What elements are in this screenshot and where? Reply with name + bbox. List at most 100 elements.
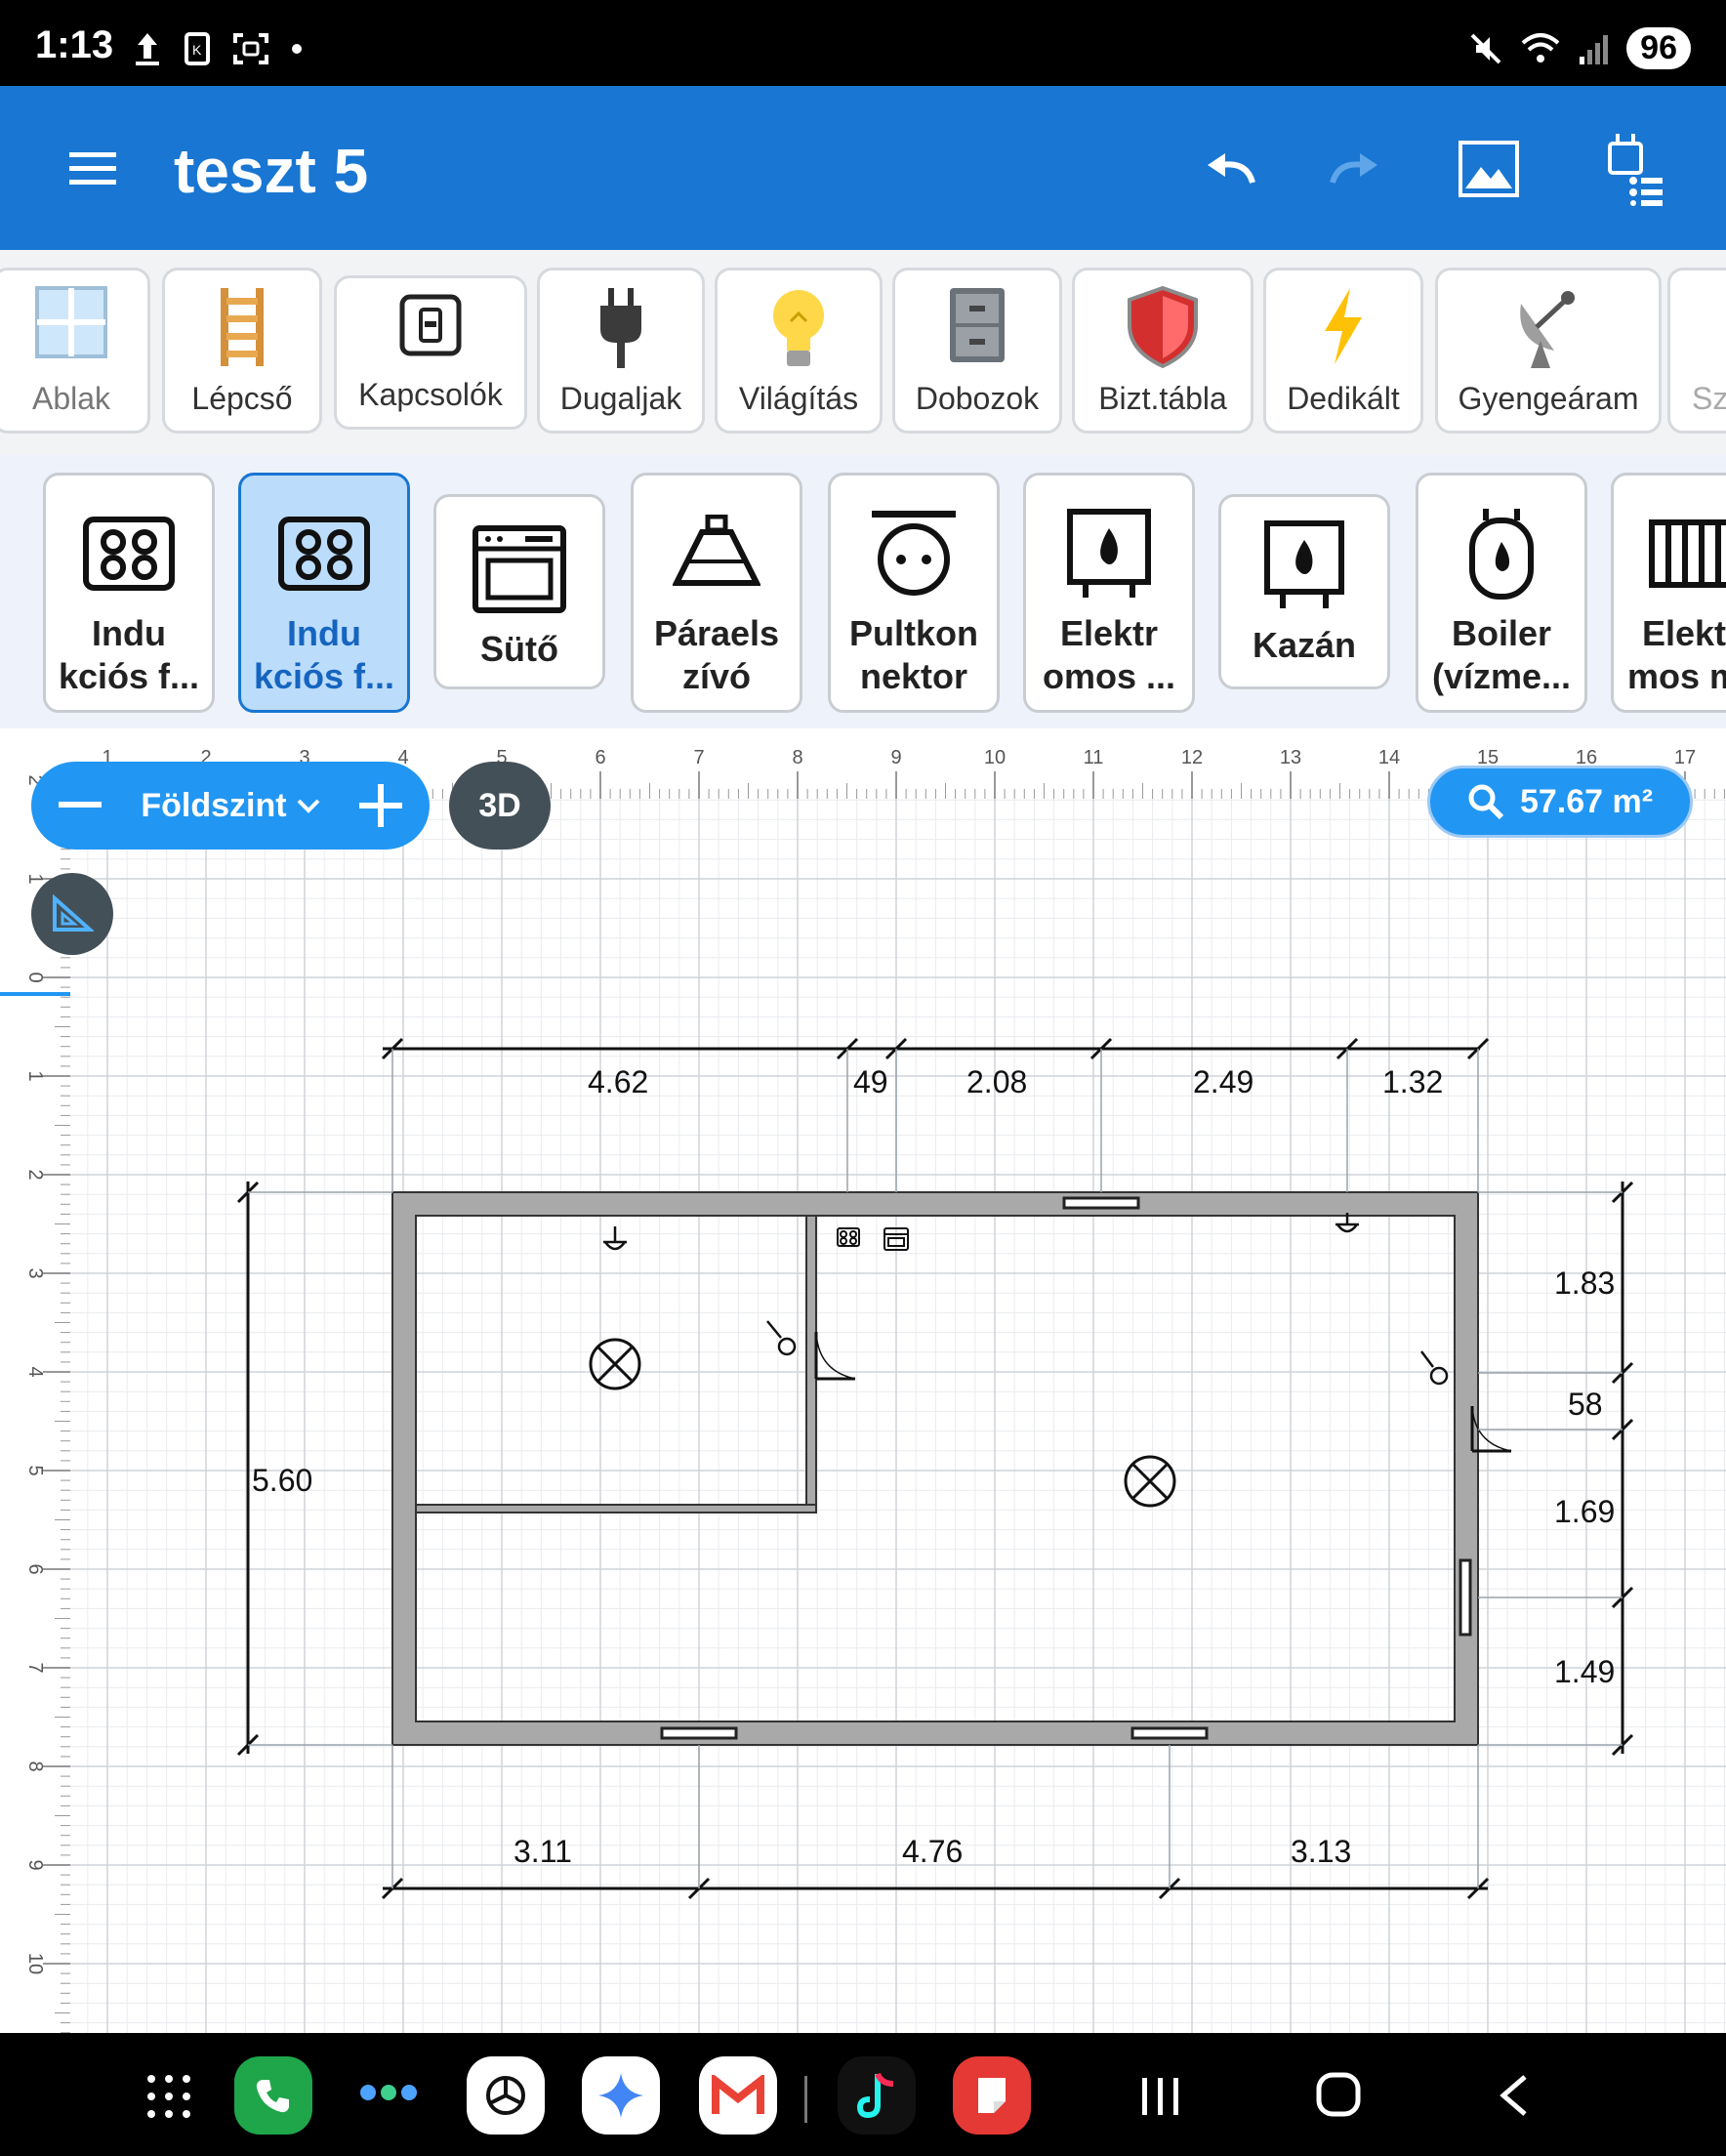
- item-boiler-kazan[interactable]: Kazán: [1218, 494, 1390, 689]
- category-lepcso[interactable]: Lépcső: [162, 268, 322, 434]
- category-label: Ablak: [31, 381, 111, 416]
- floor-minus-button[interactable]: [59, 802, 102, 809]
- redo-button[interactable]: [1310, 125, 1398, 213]
- window-bottom-left[interactable]: [660, 1726, 738, 1740]
- category-dugaljak[interactable]: Dugaljak: [537, 268, 705, 434]
- chatgpt-app-icon[interactable]: [467, 2056, 545, 2135]
- ruler-label: 6: [595, 747, 605, 768]
- dim-right-3[interactable]: 1.69: [1554, 1494, 1615, 1530]
- ruler-label: 8: [792, 747, 802, 768]
- window-icon: [35, 286, 107, 358]
- window-bottom-right[interactable]: [1130, 1726, 1209, 1740]
- dim-top-2[interactable]: 49: [853, 1064, 888, 1100]
- floor-list-button[interactable]: [1589, 125, 1677, 213]
- area-button[interactable]: 57.67 m²: [1427, 766, 1693, 838]
- category-vilagitas[interactable]: Világítás: [715, 268, 883, 434]
- category-dedikalt[interactable]: Dedikált: [1263, 268, 1423, 434]
- item-label: Sütő: [480, 629, 558, 669]
- undo-icon: [1208, 153, 1255, 184]
- category-kapcsolok[interactable]: Kapcsolók: [334, 275, 527, 430]
- gemini-app-icon[interactable]: [582, 2056, 660, 2135]
- floor-plan-drawing[interactable]: 1 2 3 4 5 6 7 8 9 10 11 12 13 14 15 16 1721012345678910: [0, 728, 1726, 2033]
- undo-button[interactable]: [1187, 125, 1275, 213]
- app-bar: teszt 5: [0, 86, 1726, 250]
- category-bizt-tabla[interactable]: Bizt.tábla: [1072, 268, 1253, 434]
- item-water-heater[interactable]: Boiler (vízme...: [1416, 473, 1587, 713]
- counter-socket-icon: [872, 511, 956, 596]
- dim-right-4[interactable]: 1.49: [1554, 1654, 1615, 1690]
- category-dobozok[interactable]: Dobozok: [892, 268, 1062, 434]
- ruler-label: 10: [984, 747, 1006, 768]
- light-switch-right[interactable]: [1420, 1350, 1449, 1386]
- item-label: Elektr omos ...: [1042, 613, 1176, 696]
- category-gyengearam[interactable]: Gyengeáram: [1435, 268, 1662, 434]
- menu-button[interactable]: [49, 125, 137, 213]
- light-switch-inner[interactable]: [766, 1320, 797, 1356]
- induction-hob-icon: [278, 517, 370, 591]
- chevron-down-icon: [297, 799, 320, 813]
- ruler-label: 1: [24, 873, 46, 884]
- recents-icon[interactable]: [1140, 2076, 1181, 2117]
- dim-bottom-2[interactable]: 4.76: [902, 1834, 963, 1870]
- dim-left[interactable]: 5.60: [252, 1463, 312, 1499]
- view-3d-label: 3D: [478, 786, 521, 824]
- floor-name: Földszint: [141, 786, 287, 824]
- item-oven[interactable]: Sütő: [433, 494, 605, 689]
- item-label: Kazán: [1252, 625, 1357, 665]
- measure-tool-button[interactable]: [31, 873, 113, 955]
- notes-app-icon[interactable]: [953, 2056, 1031, 2135]
- item-induction-hob-1[interactable]: Indu kciós f...: [43, 473, 215, 713]
- back-icon[interactable]: [1498, 2074, 1531, 2117]
- dim-right-2[interactable]: 58: [1568, 1387, 1603, 1423]
- tiktok-app-icon[interactable]: [838, 2056, 916, 2135]
- floor-plan-canvas[interactable]: 1 2 3 4 5 6 7 8 9 10 11 12 13 14 15 16 17 2 1 0 1 2 3 4 5 6 7 8 9 10: [0, 728, 1726, 2033]
- item-induction-hob-2[interactable]: Indu kciós f...: [238, 473, 410, 713]
- ruler-label: 6: [24, 1563, 46, 1574]
- item-label: Indu kciós f...: [253, 613, 395, 696]
- svg-text:K: K: [192, 42, 202, 58]
- ruler-label: 9: [890, 747, 901, 768]
- folder-app-icon[interactable]: [349, 2056, 428, 2135]
- dim-bottom-1[interactable]: 3.11: [514, 1834, 572, 1870]
- background-image-button[interactable]: [1445, 125, 1533, 213]
- dim-top-3[interactable]: 2.08: [966, 1064, 1027, 1100]
- dim-right-1[interactable]: 1.83: [1554, 1265, 1615, 1302]
- app-drawer-icon[interactable]: [146, 2074, 191, 2119]
- plus-icon: [358, 784, 402, 827]
- ruler-label: 0: [24, 972, 46, 982]
- dim-top-5[interactable]: 1.32: [1382, 1064, 1443, 1100]
- induction-hob-symbol[interactable]: [837, 1227, 860, 1247]
- dim-bottom-3[interactable]: 3.13: [1291, 1834, 1351, 1870]
- upload-icon: [136, 33, 159, 65]
- item-range-hood[interactable]: Páraels zívó: [631, 473, 802, 713]
- item-electric-radiator[interactable]: Elekt mos m: [1611, 473, 1726, 713]
- ceiling-light-left[interactable]: [589, 1338, 641, 1390]
- dim-top-1[interactable]: 4.62: [588, 1064, 648, 1100]
- left-ruler: [0, 799, 70, 2033]
- item-counter-socket[interactable]: Pultkon nektor: [828, 473, 1000, 713]
- wall-lamp-left[interactable]: [603, 1226, 627, 1251]
- window-top[interactable]: [1062, 1196, 1140, 1210]
- view-3d-button[interactable]: 3D: [449, 762, 551, 850]
- category-label: Dobozok: [915, 381, 1040, 416]
- oven-icon: [473, 525, 566, 613]
- lightning-icon: [1325, 288, 1362, 364]
- floor-plus-button[interactable]: [358, 784, 402, 827]
- project-title: teszt 5: [174, 136, 369, 206]
- dim-top-4[interactable]: 2.49: [1193, 1064, 1253, 1100]
- inner-wall-horizontal[interactable]: [415, 1504, 817, 1513]
- ruler-label: 4: [24, 1366, 46, 1377]
- phone-app-icon[interactable]: [234, 2056, 312, 2135]
- window-right[interactable]: [1459, 1558, 1472, 1637]
- gmail-app-icon[interactable]: [699, 2056, 777, 2135]
- home-icon[interactable]: [1316, 2072, 1361, 2117]
- floor-dropdown[interactable]: Földszint: [141, 786, 320, 825]
- redo-icon: [1330, 153, 1377, 184]
- category-sz[interactable]: Sz: [1667, 268, 1726, 434]
- chatgpt-icon: [486, 2076, 525, 2115]
- signal-icon: [1580, 34, 1609, 64]
- item-electric-heater[interactable]: Elektr omos ...: [1023, 473, 1195, 713]
- category-ablak[interactable]: Ablak: [0, 268, 150, 434]
- area-value: 57.67 m²: [1519, 782, 1654, 820]
- category-label: Világítás: [738, 381, 859, 416]
